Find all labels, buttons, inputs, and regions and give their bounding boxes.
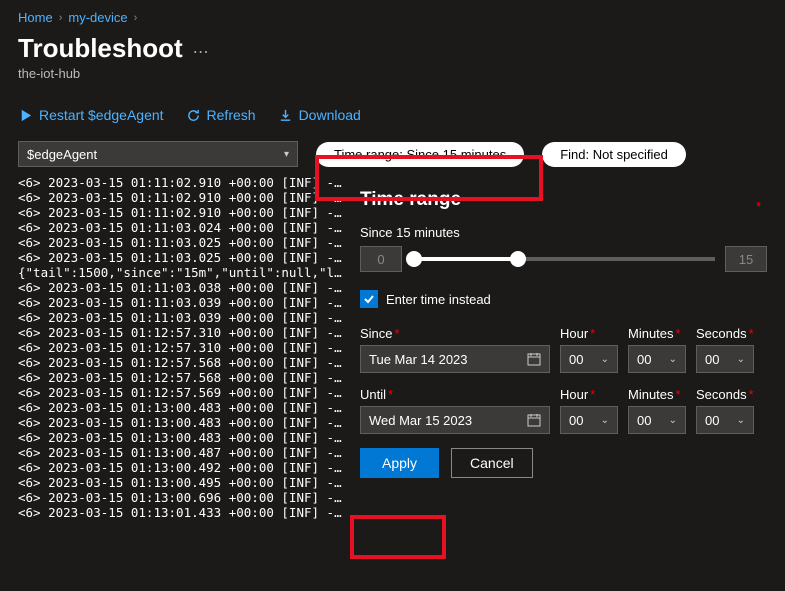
chevron-down-icon: ⌄ [737, 415, 745, 426]
chevron-right-icon: › [59, 12, 63, 24]
log-line: <6> 2023-03-15 01:13:01.433 +00:00 [INF]… [18, 505, 346, 520]
log-line: <6> 2023-03-15 01:13:00.696 +00:00 [INF]… [18, 490, 346, 505]
restart-button[interactable]: Restart $edgeAgent [18, 107, 164, 123]
until-minutes-select[interactable]: 00⌄ [628, 406, 686, 434]
panel-title: Time range [360, 189, 767, 211]
slider-thumb-start[interactable] [406, 251, 422, 267]
breadcrumb-home[interactable]: Home [18, 10, 53, 25]
chevron-down-icon: ⌄ [669, 354, 677, 365]
play-icon [18, 108, 33, 123]
slider-min: 0 [360, 246, 402, 272]
required-indicator: * [756, 199, 761, 214]
since-date-input[interactable]: Tue Mar 14 2023 [360, 345, 550, 373]
slider-max: 15 [725, 246, 767, 272]
log-line: <6> 2023-03-15 01:11:03.024 +00:00 [INF]… [18, 220, 346, 235]
calendar-icon [527, 352, 541, 366]
log-line: <6> 2023-03-15 01:11:02.910 +00:00 [INF]… [18, 205, 346, 220]
log-line: <6> 2023-03-15 01:11:02.910 +00:00 [INF]… [18, 190, 346, 205]
log-line: {"tail":1500,"since":"15m","until":null,… [18, 265, 346, 280]
log-line: <6> 2023-03-15 01:13:00.487 +00:00 [INF]… [18, 445, 346, 460]
download-icon [278, 108, 293, 123]
chevron-down-icon: ⌄ [737, 354, 745, 365]
since-minutes-select[interactable]: 00⌄ [628, 345, 686, 373]
until-hour-select[interactable]: 00⌄ [560, 406, 618, 434]
log-line: <6> 2023-03-15 01:12:57.568 +00:00 [INF]… [18, 355, 346, 370]
since-seconds-select[interactable]: 00⌄ [696, 345, 754, 373]
more-icon[interactable]: ⋯ [193, 42, 209, 62]
until-seconds-select[interactable]: 00⌄ [696, 406, 754, 434]
log-line: <6> 2023-03-15 01:13:00.483 +00:00 [INF]… [18, 415, 346, 430]
page-subtitle: the-iot-hub [0, 66, 785, 101]
log-line: <6> 2023-03-15 01:12:57.310 +00:00 [INF]… [18, 325, 346, 340]
log-line: <6> 2023-03-15 01:11:03.025 +00:00 [INF]… [18, 235, 346, 250]
slider-thumb-end[interactable] [510, 251, 526, 267]
chevron-right-icon: › [134, 12, 138, 24]
download-button[interactable]: Download [278, 107, 361, 123]
log-line: <6> 2023-03-15 01:13:00.492 +00:00 [INF]… [18, 460, 346, 475]
log-line: <6> 2023-03-15 01:11:03.039 +00:00 [INF]… [18, 310, 346, 325]
log-line: <6> 2023-03-15 01:11:03.025 +00:00 [INF]… [18, 250, 346, 265]
find-pill[interactable]: Find: Not specified [542, 142, 686, 167]
chevron-down-icon: ⌄ [601, 415, 609, 426]
apply-button[interactable]: Apply [360, 448, 439, 478]
module-select[interactable]: $edgeAgent ▾ [18, 141, 298, 167]
page-title: Troubleshoot [18, 33, 183, 64]
breadcrumb: Home › my-device › [0, 0, 785, 29]
log-line: <6> 2023-03-15 01:11:03.039 +00:00 [INF]… [18, 295, 346, 310]
since-hour-select[interactable]: 00⌄ [560, 345, 618, 373]
log-line: <6> 2023-03-15 01:13:00.495 +00:00 [INF]… [18, 475, 346, 490]
time-range-pill[interactable]: Time range: Since 15 minutes [316, 142, 524, 167]
log-line: <6> 2023-03-15 01:12:57.569 +00:00 [INF]… [18, 385, 346, 400]
log-line: <6> 2023-03-15 01:11:02.910 +00:00 [INF]… [18, 175, 346, 190]
enter-time-checkbox[interactable] [360, 290, 378, 308]
time-range-panel: Time range * Since 15 minutes 0 15 Enter… [346, 175, 785, 520]
cancel-button[interactable]: Cancel [451, 448, 533, 478]
time-slider[interactable] [412, 257, 715, 261]
check-icon [363, 293, 375, 305]
calendar-icon [527, 413, 541, 427]
since-minutes-label: Since 15 minutes [360, 225, 767, 240]
chevron-down-icon: ⌄ [669, 415, 677, 426]
chevron-down-icon: ⌄ [601, 354, 609, 365]
log-line: <6> 2023-03-15 01:12:57.568 +00:00 [INF]… [18, 370, 346, 385]
until-date-input[interactable]: Wed Mar 15 2023 [360, 406, 550, 434]
log-line: <6> 2023-03-15 01:13:00.483 +00:00 [INF]… [18, 430, 346, 445]
log-line: <6> 2023-03-15 01:11:03.038 +00:00 [INF]… [18, 280, 346, 295]
refresh-button[interactable]: Refresh [186, 107, 256, 123]
annotation-highlight [350, 515, 446, 559]
log-line: <6> 2023-03-15 01:12:57.310 +00:00 [INF]… [18, 340, 346, 355]
log-output: <6> 2023-03-15 01:11:02.910 +00:00 [INF]… [18, 175, 346, 520]
refresh-icon [186, 108, 201, 123]
log-line: <6> 2023-03-15 01:13:00.483 +00:00 [INF]… [18, 400, 346, 415]
chevron-down-icon: ▾ [284, 149, 289, 160]
breadcrumb-device[interactable]: my-device [68, 10, 127, 25]
checkbox-label: Enter time instead [386, 292, 491, 307]
